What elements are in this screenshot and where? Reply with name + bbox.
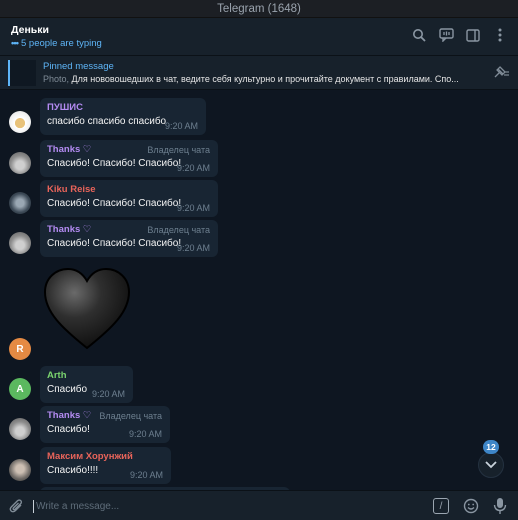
avatar[interactable] bbox=[9, 459, 31, 481]
admin-badge: Владелец чата bbox=[147, 225, 210, 235]
message-time: 9:20 AM bbox=[91, 389, 125, 399]
unpin-icon[interactable] bbox=[492, 66, 510, 83]
chat-name[interactable]: Деньки bbox=[11, 24, 49, 36]
emoji-icon[interactable] bbox=[463, 498, 479, 517]
text-caret bbox=[33, 499, 34, 513]
avatar[interactable] bbox=[9, 232, 31, 254]
black-heart-sticker[interactable] bbox=[42, 266, 132, 352]
typing-dots-icon: ••• bbox=[11, 38, 19, 49]
avatar[interactable] bbox=[9, 192, 31, 214]
window-title: Telegram (1648) bbox=[217, 2, 301, 15]
typing-status: ••• 5 people are typing bbox=[11, 38, 102, 49]
admin-badge: Владелец чата bbox=[147, 145, 210, 155]
typing-text: 5 people are typing bbox=[20, 38, 102, 49]
message-author[interactable]: Максим Хорунжий bbox=[47, 451, 164, 462]
more-icon[interactable] bbox=[492, 27, 508, 43]
message-bubble[interactable]: Максим Хорунжий Спасибо!!!! 9:20 AM bbox=[40, 447, 171, 484]
message-bubble[interactable]: ПУШИС спасибо спасибо спасибо 9:20 AM bbox=[40, 98, 206, 135]
message-composer: Write a message... / bbox=[0, 490, 518, 520]
message-bubble[interactable]: Arth Спасибо 9:20 AM bbox=[40, 366, 133, 403]
chat-header[interactable]: Деньки ••• 5 people are typing bbox=[0, 18, 518, 56]
chevron-down-icon bbox=[485, 461, 497, 469]
pinned-message[interactable]: Pinned message Photo, Для нововошедших в… bbox=[0, 56, 518, 90]
message-time: 9:20 AM bbox=[129, 470, 163, 480]
message-bubble[interactable]: Thanks ♡ Владелец чата Спасибо! Спасибо!… bbox=[40, 140, 218, 177]
bot-commands-icon[interactable]: / bbox=[433, 498, 449, 514]
unread-count-badge: 12 bbox=[483, 440, 499, 454]
avatar[interactable]: A bbox=[9, 378, 31, 400]
avatar-letter: A bbox=[16, 383, 24, 395]
window-titlebar: Telegram (1648) bbox=[0, 0, 518, 18]
message-time: 9:20 AM bbox=[176, 243, 210, 253]
avatar[interactable] bbox=[9, 418, 31, 440]
message-author[interactable]: Arth bbox=[47, 370, 126, 381]
avatar[interactable]: R bbox=[9, 338, 31, 360]
message-time: 9:20 AM bbox=[176, 163, 210, 173]
message-input-placeholder: Write a message... bbox=[36, 500, 120, 512]
pinned-thumbnail bbox=[8, 60, 36, 86]
pinned-label: Pinned message bbox=[43, 61, 114, 72]
search-icon[interactable] bbox=[411, 27, 427, 43]
pinned-content: Для нововошедших в чат, ведите себя куль… bbox=[71, 74, 459, 84]
admin-badge: Владелец чата bbox=[99, 411, 162, 421]
pinned-media-type: Photo, bbox=[43, 74, 70, 84]
message-author[interactable]: Kiku Reise bbox=[47, 184, 211, 195]
avatar-letter: R bbox=[16, 343, 24, 355]
message-time: 9:20 AM bbox=[164, 121, 198, 131]
avatar[interactable] bbox=[9, 152, 31, 174]
pinned-text: Photo, Для нововошедших в чат, ведите се… bbox=[43, 74, 475, 84]
message-time: 9:20 AM bbox=[176, 203, 210, 213]
message-bubble[interactable]: Thanks ♡ Владелец чата Спасибо! Спасибо!… bbox=[40, 220, 218, 257]
message-input[interactable]: Write a message... bbox=[33, 497, 423, 515]
paperclip-icon[interactable] bbox=[9, 498, 25, 518]
message-bubble[interactable]: Thanks ♡ Владелец чата Спасибо! 9:20 AM bbox=[40, 406, 170, 443]
microphone-icon[interactable] bbox=[493, 497, 507, 518]
scroll-down-button[interactable] bbox=[478, 452, 504, 478]
sidebar-toggle-icon[interactable] bbox=[465, 27, 481, 43]
message-author[interactable]: ПУШИС bbox=[47, 102, 199, 113]
avatar[interactable] bbox=[9, 111, 31, 133]
message-bubble[interactable]: Kiku Reise Спасибо! Спасибо! Спасибо! 9:… bbox=[40, 180, 218, 217]
chat-icon[interactable] bbox=[438, 27, 454, 43]
message-list[interactable]: ПУШИС спасибо спасибо спасибо 9:20 AM Th… bbox=[0, 90, 518, 496]
message-time: 9:20 AM bbox=[128, 429, 162, 439]
